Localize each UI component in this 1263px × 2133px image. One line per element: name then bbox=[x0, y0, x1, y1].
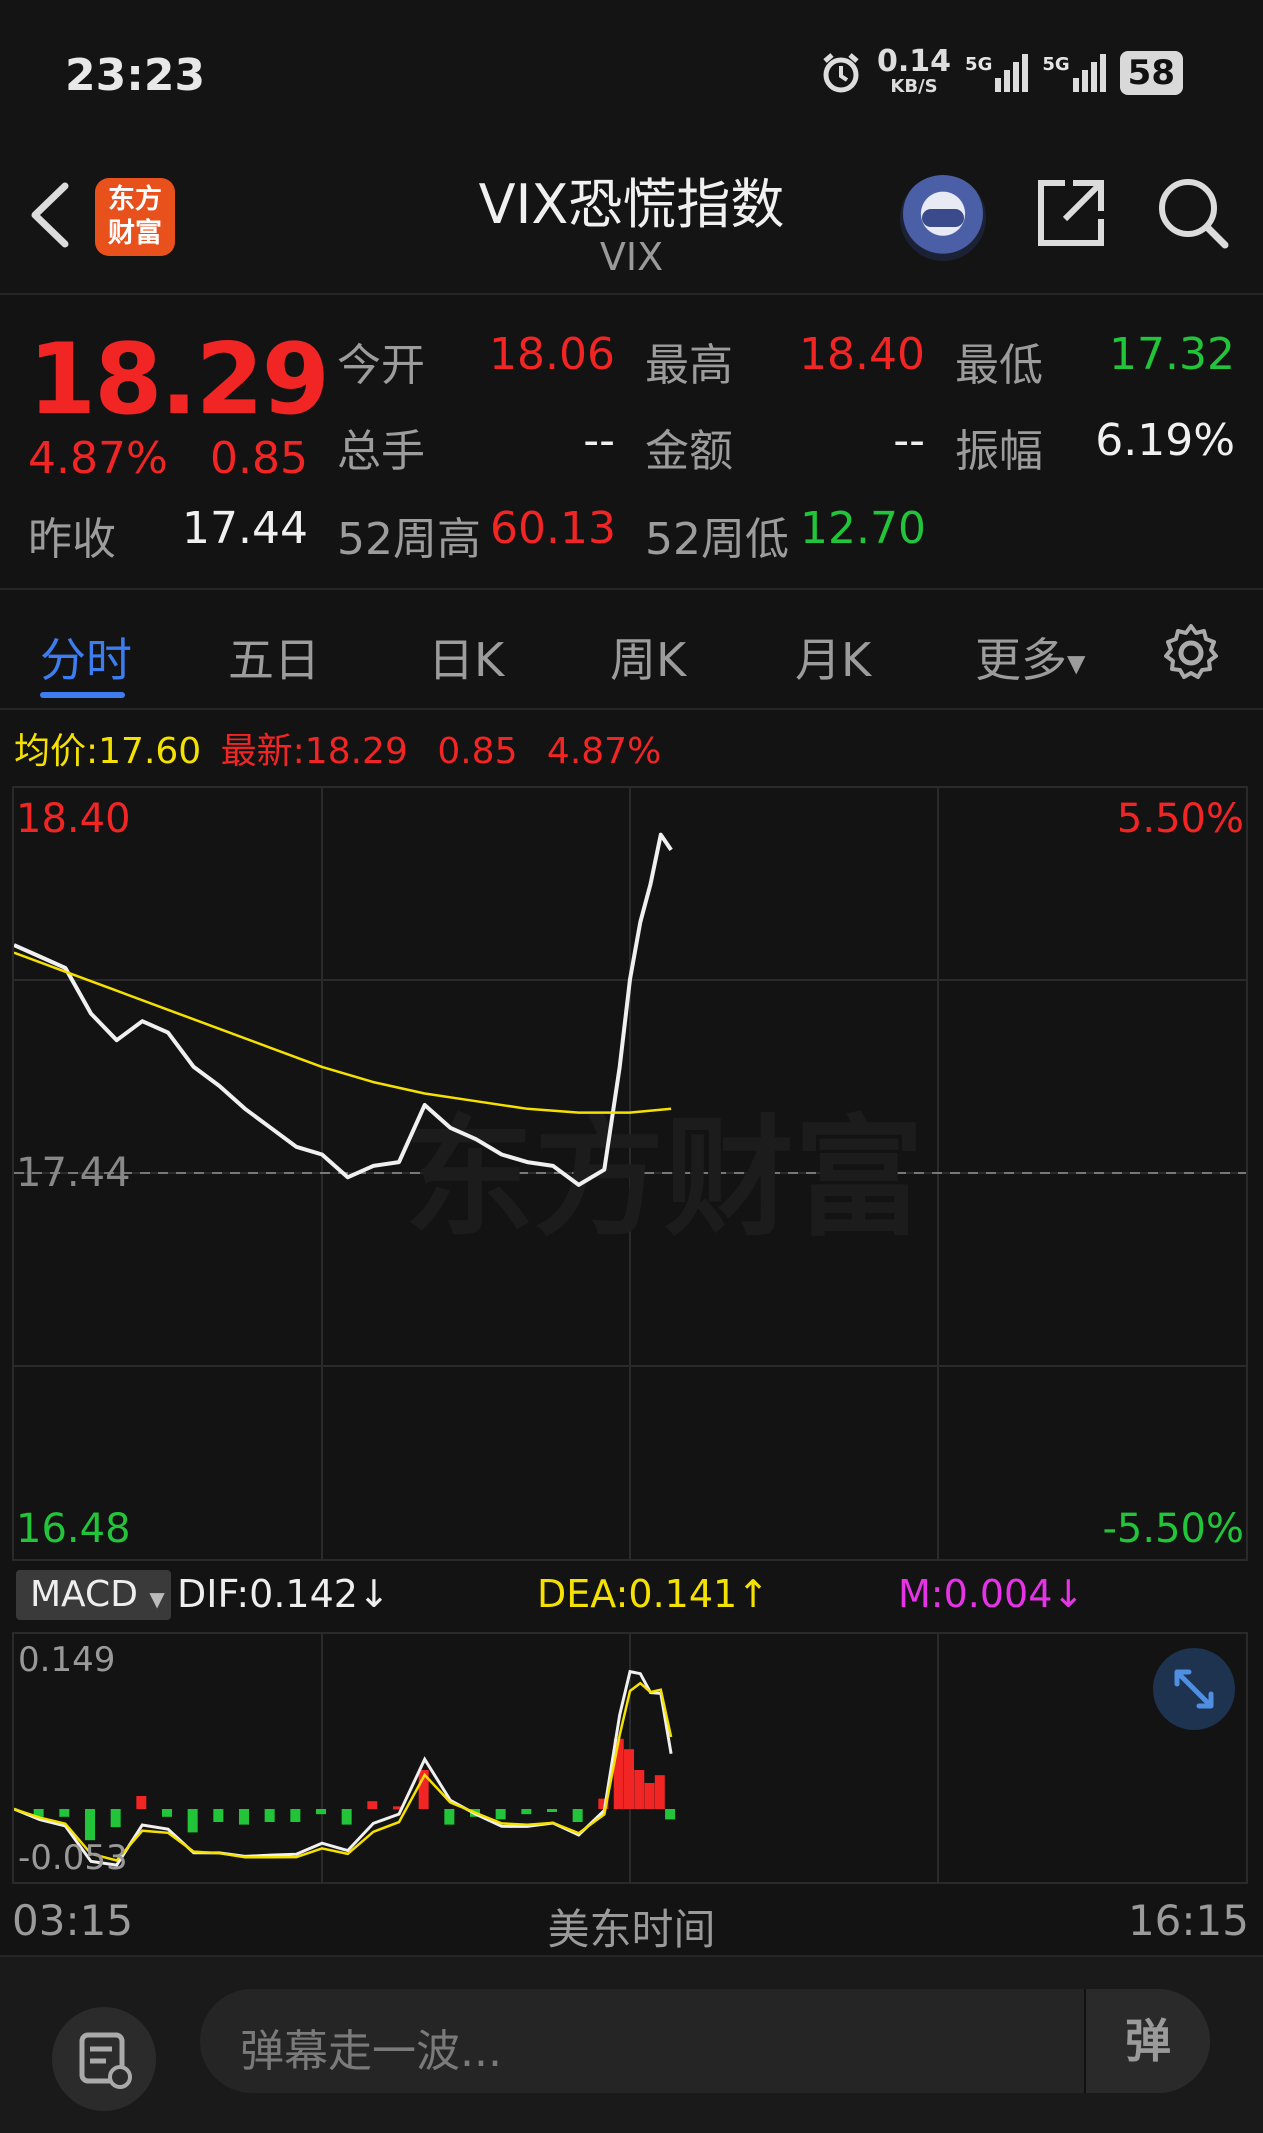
open-value: 18.06 bbox=[489, 329, 615, 380]
macd-histogram-bar bbox=[521, 1809, 532, 1815]
amplitude-label: 振幅 bbox=[955, 426, 1043, 477]
status-bar: 23:23 0.14 KB/S 5G 5G 58 bbox=[0, 0, 1263, 130]
danmu-send-button[interactable]: 弹 bbox=[1084, 1989, 1210, 2093]
macd-dea-line bbox=[14, 1681, 673, 1862]
macd-histogram-bar bbox=[110, 1809, 121, 1828]
tab-monthly-k[interactable]: 月K bbox=[795, 624, 871, 690]
amplitude-value: 6.19% bbox=[1095, 415, 1235, 466]
macd-histogram-bar bbox=[634, 1770, 645, 1809]
macd-bottom-value: -0.053 bbox=[18, 1838, 128, 1878]
y-axis-bottom-pct: -5.50% bbox=[1102, 1506, 1244, 1552]
macd-histogram-bar bbox=[547, 1809, 557, 1812]
y-axis-bottom-price: 16.48 bbox=[16, 1506, 131, 1552]
amount-value: -- bbox=[893, 415, 925, 466]
expand-arrows-icon bbox=[1174, 1669, 1214, 1709]
prev-close-value: 17.44 bbox=[182, 503, 308, 554]
macd-histogram-bar bbox=[341, 1809, 352, 1825]
status-icons: 0.14 KB/S 5G 5G 58 bbox=[819, 44, 1183, 98]
intraday-chart[interactable]: 东方财富 18.40 17.44 16.48 5.50% -5.50% bbox=[12, 786, 1248, 1561]
macd-histogram-bar bbox=[85, 1809, 95, 1841]
change-percent: 4.87% bbox=[28, 433, 168, 484]
macd-histogram-bar bbox=[290, 1809, 301, 1822]
low-label: 最低 bbox=[955, 340, 1043, 391]
macd-histogram-bar bbox=[136, 1796, 147, 1809]
open-label: 今开 bbox=[337, 340, 425, 391]
macd-histogram-bar bbox=[213, 1809, 224, 1822]
app-header: 东方 财富 VIX恐慌指数 VIX bbox=[0, 130, 1263, 295]
macd-histogram-bar bbox=[239, 1809, 249, 1825]
danmu-list-icon bbox=[79, 2032, 132, 2089]
low52-label: 52周低 bbox=[645, 514, 789, 565]
y-axis-top-price: 18.40 bbox=[16, 796, 131, 842]
net-speed: 0.14 KB/S bbox=[877, 44, 952, 98]
macd-chart[interactable]: 0.149 -0.053 bbox=[12, 1632, 1248, 1884]
tab-more[interactable]: 更多▼ bbox=[975, 624, 1085, 690]
high-value: 18.40 bbox=[799, 329, 925, 380]
volume-label: 总手 bbox=[337, 426, 425, 477]
macd-histogram-bar bbox=[624, 1749, 634, 1809]
macd-dea: DEA:0.141↑ bbox=[537, 1572, 770, 1616]
macd-histogram-bar bbox=[187, 1809, 198, 1833]
time-axis-end: 16:15 bbox=[1127, 1896, 1249, 1945]
high52-label: 52周高 bbox=[337, 514, 481, 565]
danmu-input[interactable]: 弹幕走一波... 弹 bbox=[200, 1989, 1210, 2093]
period-tabs: 分时 五日 日K 周K 月K 更多▼ bbox=[0, 592, 1263, 710]
y-axis-prev-close: 17.44 bbox=[16, 1150, 131, 1196]
macd-histogram-bar bbox=[264, 1809, 275, 1822]
search-icon[interactable] bbox=[1155, 175, 1231, 251]
tab-daily-k[interactable]: 日K bbox=[428, 624, 504, 690]
current-price: 18.29 bbox=[28, 323, 330, 437]
macd-m: M:0.004↓ bbox=[898, 1572, 1085, 1616]
macd-histogram-bar bbox=[444, 1809, 455, 1825]
assistant-robot-icon[interactable] bbox=[900, 175, 986, 261]
time-axis-label: 美东时间 bbox=[547, 1905, 716, 1954]
dropdown-arrow-icon: ▼ bbox=[1067, 649, 1086, 678]
average-price-line bbox=[14, 951, 672, 1114]
expand-chart-button[interactable] bbox=[1153, 1648, 1235, 1730]
danmu-placeholder: 弹幕走一波... bbox=[240, 2026, 502, 2077]
active-tab-indicator bbox=[40, 692, 125, 698]
settings-gear-icon[interactable] bbox=[1160, 622, 1222, 684]
low52-value: 12.70 bbox=[800, 503, 926, 554]
danmu-toggle-button[interactable] bbox=[52, 2007, 156, 2111]
status-time: 23:23 bbox=[65, 50, 206, 101]
macd-histogram-bar bbox=[495, 1809, 506, 1820]
macd-histogram-bar bbox=[665, 1809, 676, 1820]
macd-histogram-bar bbox=[316, 1809, 326, 1815]
low-value: 17.32 bbox=[1109, 329, 1235, 380]
danmu-footer: 弹幕走一波... 弹 bbox=[0, 1955, 1263, 2133]
high52-value: 60.13 bbox=[490, 503, 616, 554]
macd-histogram-bar bbox=[654, 1775, 665, 1809]
macd-histogram-bar bbox=[162, 1809, 172, 1817]
tab-weekly-k[interactable]: 周K bbox=[610, 624, 686, 690]
share-icon[interactable] bbox=[1035, 175, 1109, 249]
watermark: 东方财富 bbox=[404, 1102, 924, 1254]
intraday-chart-svg: 东方财富 bbox=[14, 788, 1246, 1559]
indicator-selector[interactable]: MACD ▼ bbox=[16, 1570, 171, 1620]
tab-intraday[interactable]: 分时 bbox=[40, 624, 132, 690]
signal-icon-2: 5G bbox=[1042, 54, 1106, 92]
chart-info-line: 均价:17.60 最新:18.29 0.85 4.87% bbox=[14, 731, 662, 772]
volume-value: -- bbox=[583, 415, 615, 466]
tab-five-day[interactable]: 五日 bbox=[228, 624, 320, 690]
amount-label: 金额 bbox=[645, 426, 733, 477]
macd-histogram-bar bbox=[572, 1809, 583, 1822]
change-amount: 0.85 bbox=[210, 433, 308, 484]
macd-top-value: 0.149 bbox=[18, 1640, 116, 1680]
macd-histogram-bar bbox=[367, 1801, 378, 1809]
battery-icon: 58 bbox=[1119, 51, 1183, 95]
y-axis-top-pct: 5.50% bbox=[1116, 796, 1244, 842]
macd-histogram-bar bbox=[644, 1783, 655, 1809]
dropdown-arrow-icon: ▼ bbox=[149, 1587, 165, 1611]
macd-dif: DIF:0.142↓ bbox=[177, 1572, 390, 1616]
prev-close-label: 昨收 bbox=[28, 514, 116, 565]
macd-dif-line bbox=[14, 1669, 673, 1867]
high-label: 最高 bbox=[645, 340, 733, 391]
macd-chart-svg bbox=[14, 1634, 939, 1882]
macd-histogram-bar bbox=[59, 1809, 70, 1817]
alarm-icon bbox=[823, 53, 859, 93]
quote-panel: 18.29 4.87% 0.85 昨收 17.44 今开 18.06 最高 18… bbox=[0, 295, 1263, 590]
macd-header: MACD ▼ DIF:0.142↓ DEA:0.141↑ M:0.004↓ bbox=[12, 1570, 1248, 1622]
signal-icon: 5G bbox=[965, 54, 1029, 92]
